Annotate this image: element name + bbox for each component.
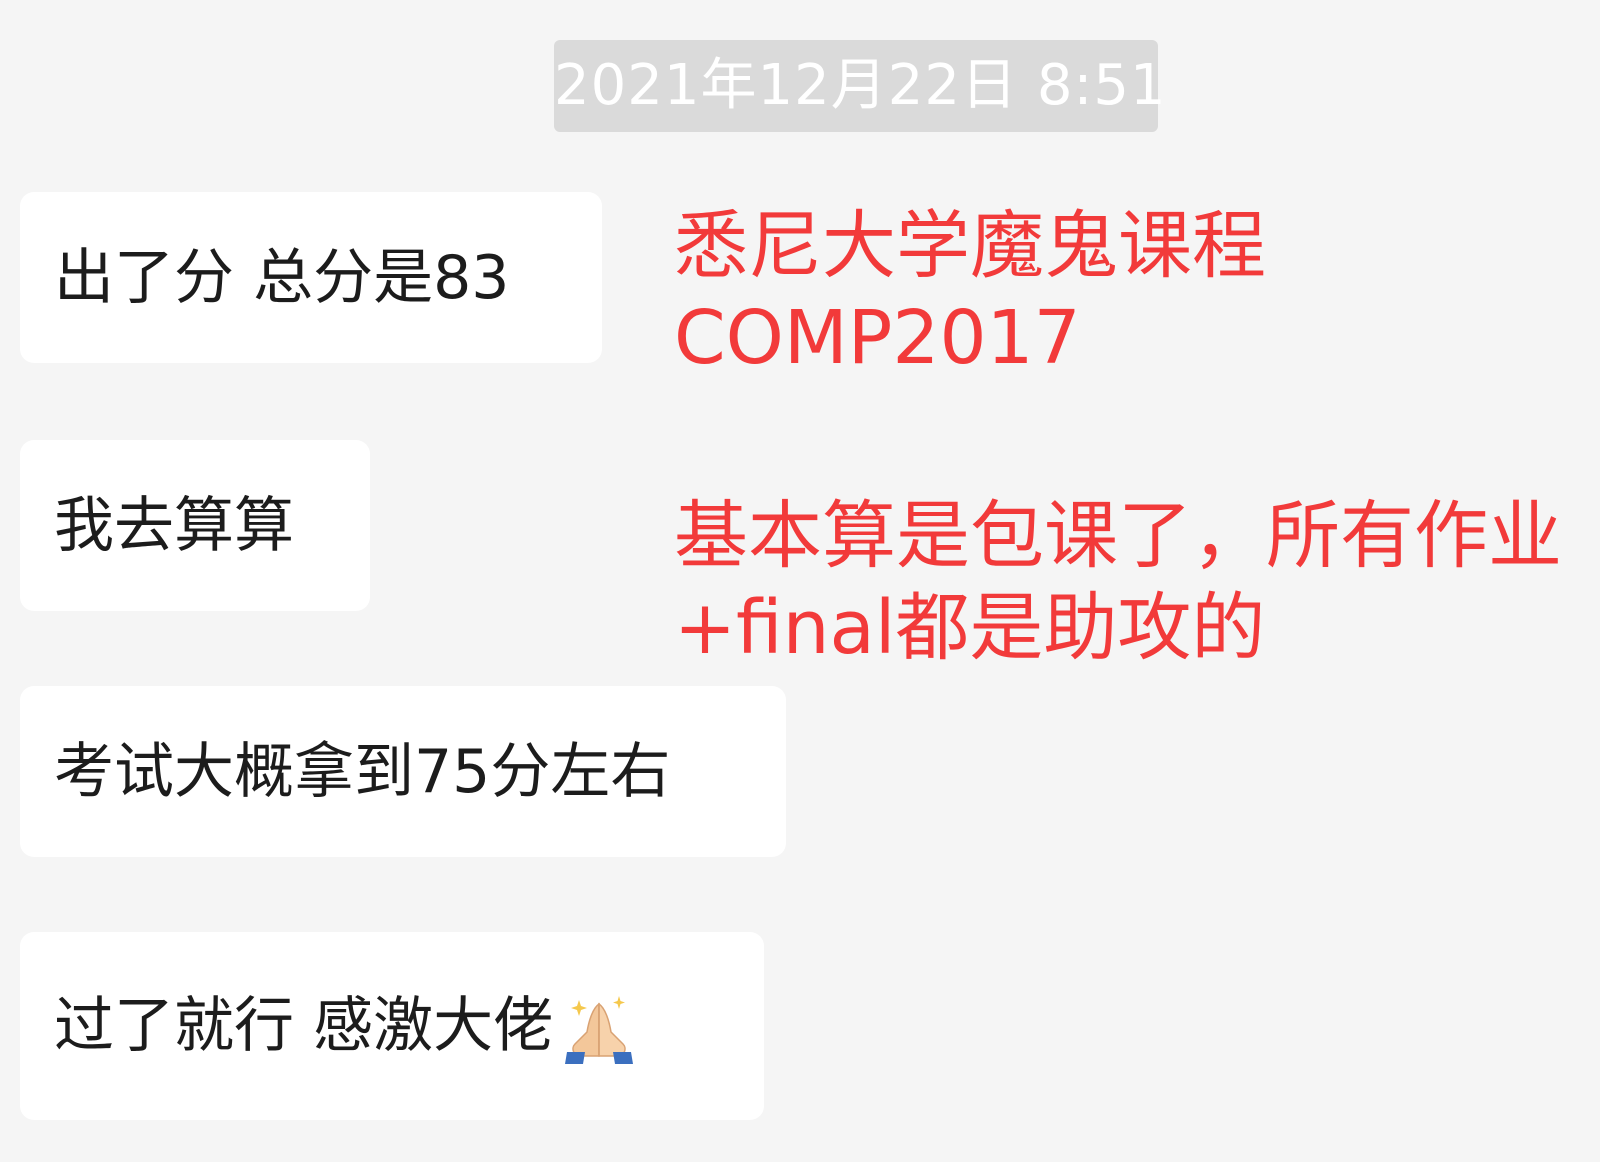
comment-line-1: 基本算是包课了，所有作业 xyxy=(674,493,1562,579)
course-comment: 基本算是包课了，所有作业 +final都是助攻的 xyxy=(674,490,1562,674)
message-bubble[interactable]: 我去算算 xyxy=(20,440,370,611)
course-annotation: 悉尼大学魔鬼课程 COMP2017 xyxy=(674,200,1266,384)
message-bubble[interactable]: 考试大概拿到75分左右 xyxy=(20,686,786,857)
message-text: 过了就行 感激大佬 xyxy=(54,991,554,1061)
comment-line-2: +final都是助攻的 xyxy=(674,585,1266,671)
course-code: COMP2017 xyxy=(674,295,1081,381)
course-title: 悉尼大学魔鬼课程 xyxy=(674,203,1266,289)
message-bubble[interactable]: 出了分 总分是83 xyxy=(20,192,602,363)
message-text: 出了分 总分是83 xyxy=(54,242,510,313)
chat-timestamp: 2021年12月22日 8:51 xyxy=(554,40,1166,132)
message-bubble[interactable]: 过了就行 感激大佬 xyxy=(20,932,764,1120)
message-text: 考试大概拿到75分左右 xyxy=(54,736,671,807)
folded-hands-icon xyxy=(559,986,639,1066)
message-text: 我去算算 xyxy=(54,490,294,561)
